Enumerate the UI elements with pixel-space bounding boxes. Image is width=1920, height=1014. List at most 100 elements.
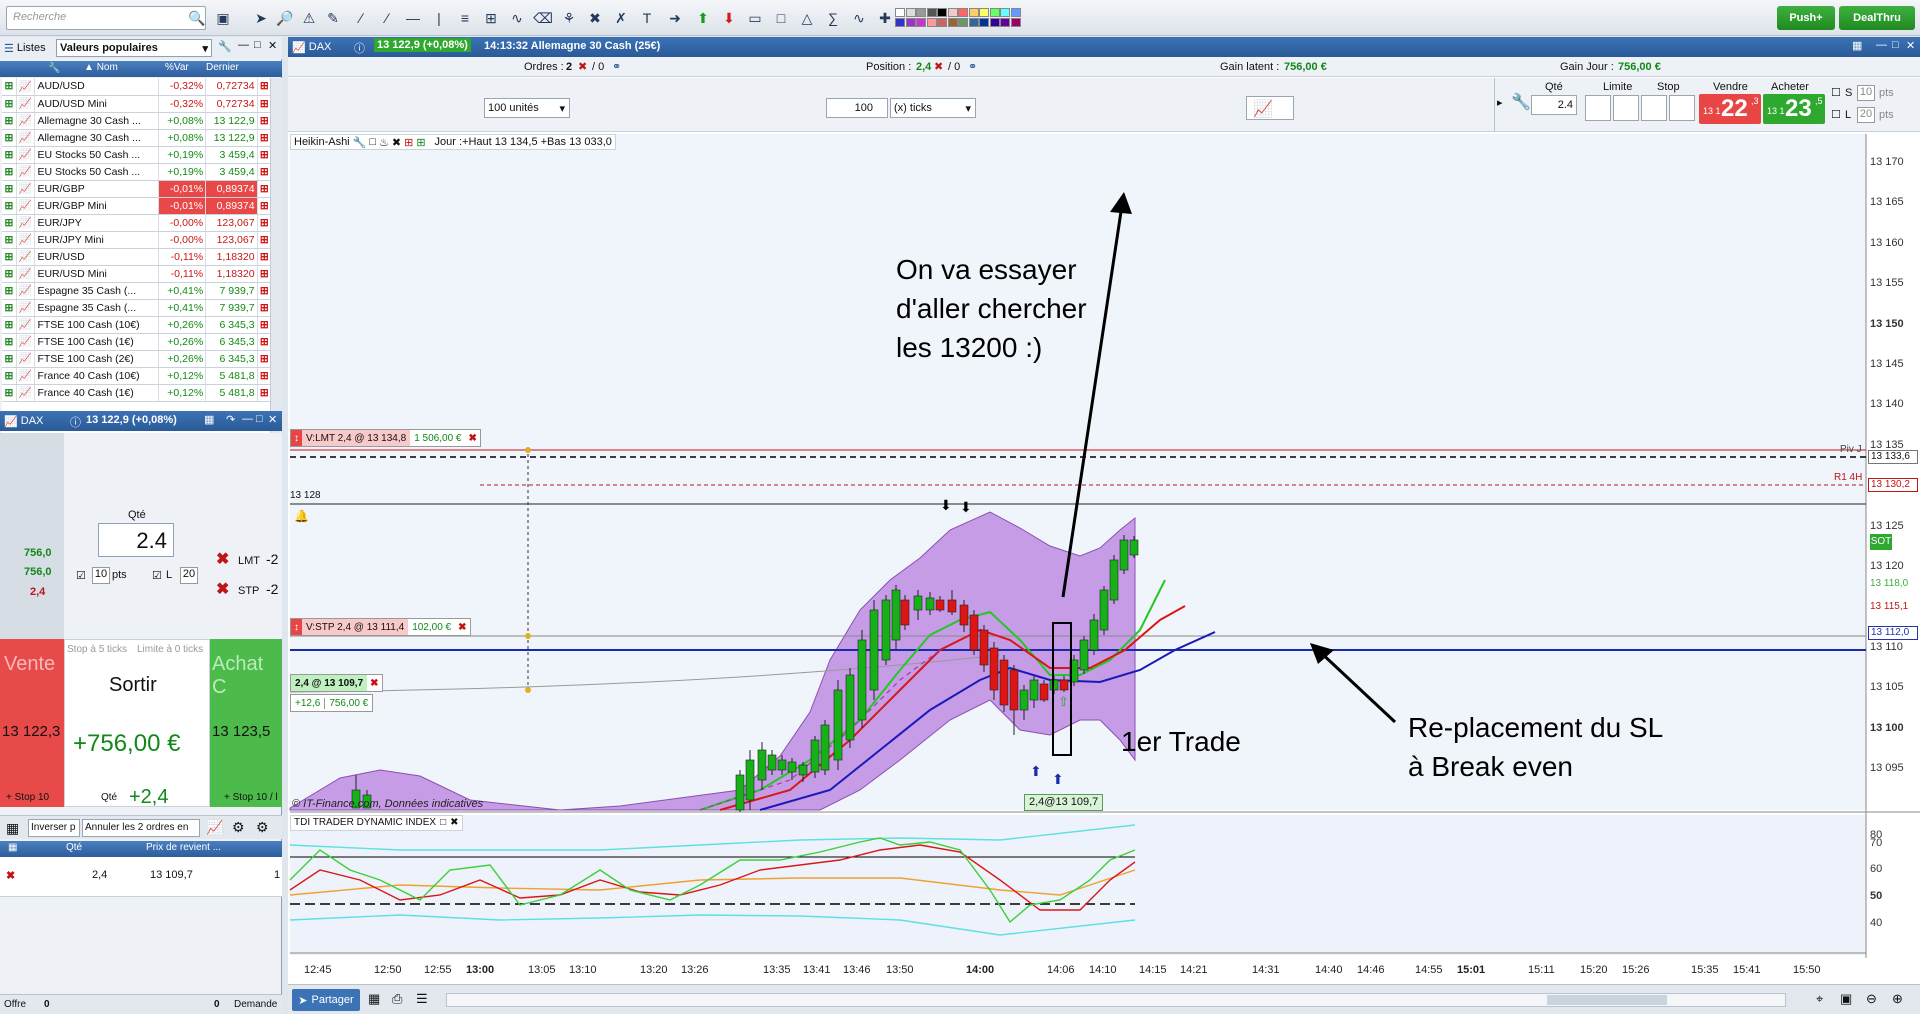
color-swatch[interactable]	[895, 8, 905, 17]
drag-handle-icon[interactable]: ↕	[291, 619, 302, 635]
buy-button[interactable]: Achat C 13 123,5 + Stop 10 / l	[210, 639, 282, 807]
watchlist-row[interactable]: ⊞ 📈 FTSE 100 Cash (2€) +0,26% 6 345,3 ⊞	[2, 350, 272, 368]
watchlist-tab[interactable]: Listes	[17, 42, 46, 54]
color-swatch[interactable]	[916, 18, 926, 27]
tool-icon[interactable]: ✗	[610, 7, 632, 29]
close-position-icon[interactable]: ✖	[6, 869, 15, 882]
watchlist-row[interactable]: ⊞ 📈 Allemagne 30 Cash ... +0,08% 13 122,9 ⊞	[2, 129, 272, 147]
stop-order-tag[interactable]: ↕ V:STP 2,4 @ 13 111,4 102,00 € ✖	[290, 618, 471, 636]
l-input[interactable]: 20	[1857, 107, 1875, 123]
qty-input[interactable]: 2.4	[98, 523, 174, 557]
horizontal-line-icon[interactable]: —	[402, 7, 424, 29]
ray-icon[interactable]: ∕	[376, 7, 398, 29]
minimize-icon[interactable]: —	[1876, 39, 1887, 51]
stop-buy-button[interactable]	[1641, 95, 1667, 121]
add-icon[interactable]: ⊞	[2, 299, 17, 317]
chart-icon[interactable]: 📈	[16, 350, 36, 368]
chart-icon[interactable]: 📈	[16, 180, 36, 198]
color-palette[interactable]	[895, 7, 1025, 29]
sell-button[interactable]: Vente 13 122,3 + Stop 10	[0, 639, 64, 807]
zoom-in-icon[interactable]: ⊕	[1892, 991, 1903, 1007]
add-icon[interactable]: ⊞	[2, 231, 17, 249]
color-swatch[interactable]	[937, 18, 947, 27]
vertical-line-icon[interactable]: |	[428, 7, 450, 29]
wrench-icon[interactable]: 🔧	[218, 40, 232, 53]
add-icon[interactable]: ⊞	[2, 163, 17, 181]
maximize-icon[interactable]: □	[256, 413, 263, 425]
chart-icon[interactable]: 📈	[16, 384, 36, 402]
add-icon[interactable]: ⊞	[2, 146, 17, 164]
cancel-limit-icon[interactable]: ✖	[465, 433, 479, 444]
fan-icon[interactable]: ∿	[506, 7, 528, 29]
color-swatch[interactable]	[958, 18, 968, 27]
fibonacci-icon[interactable]: ⊞	[480, 7, 502, 29]
close-icon[interactable]: ✕	[1906, 39, 1915, 52]
color-swatch[interactable]	[958, 8, 968, 17]
add-icon[interactable]: ⊞	[404, 136, 413, 149]
push-button[interactable]: Push+	[1777, 6, 1835, 30]
zoom-icon[interactable]: 🔎	[274, 7, 296, 29]
invert-button[interactable]: Inverser p	[28, 819, 80, 837]
watchlist-row[interactable]: ⊞ 📈 Espagne 35 Cash (... +0,41% 7 939,7 ⊞	[2, 282, 272, 300]
trendline-icon[interactable]: ∕	[350, 7, 372, 29]
pts-input[interactable]: 10	[92, 567, 110, 584]
color-swatch[interactable]	[926, 8, 937, 17]
search-input[interactable]: Recherche	[6, 6, 206, 30]
minimize-icon[interactable]: —	[242, 413, 253, 425]
close-position-icon[interactable]: ✖	[367, 678, 381, 689]
pts-checkbox[interactable]: ☑	[76, 569, 86, 582]
rectangle-icon[interactable]: □	[770, 7, 792, 29]
grid-icon[interactable]: ▦	[6, 820, 19, 837]
limit0-label[interactable]: Limite à 0 ticks	[137, 644, 203, 655]
color-swatch[interactable]	[968, 18, 979, 27]
arrow-down-icon[interactable]: ⬇	[718, 7, 740, 29]
wrench-icon[interactable]: 🔧	[353, 136, 367, 149]
chart-type-label[interactable]: Heikin-Ashi	[294, 136, 350, 148]
settings-alt-icon[interactable]: ⚙	[256, 819, 269, 836]
chart-icon[interactable]: 📈	[16, 129, 36, 147]
magnet-icon[interactable]: ⚘	[558, 7, 580, 29]
cancel-lmt-icon[interactable]: ✖	[216, 549, 229, 569]
chart-icon[interactable]: 📈	[16, 265, 36, 283]
color-swatch[interactable]	[926, 18, 937, 27]
col-qty[interactable]: Qté	[66, 842, 82, 853]
alert-bell-icon[interactable]: ⚠	[298, 7, 320, 29]
quick-sell-button[interactable]: 13 1 22 ,3	[1699, 94, 1761, 124]
chart-icon[interactable]: 📈	[16, 231, 36, 249]
drag-handle-icon[interactable]: ↕	[291, 430, 302, 446]
link-icon[interactable]: ⚭	[612, 60, 621, 73]
chart-icon[interactable]: 📈	[16, 112, 36, 130]
color-swatch[interactable]	[1000, 8, 1010, 17]
limit-sell-button[interactable]	[1613, 95, 1639, 121]
color-swatch[interactable]	[937, 8, 947, 17]
zoom-area-icon[interactable]: ▣	[1840, 991, 1852, 1007]
trash-icon[interactable]: ⌫	[532, 7, 554, 29]
add-icon[interactable]: ⊞	[2, 316, 17, 334]
color-swatch[interactable]	[979, 18, 989, 27]
watchlist-row[interactable]: ⊞ 📈 AUD/USD Mini -0,32% 0,72734 ⊞	[2, 95, 272, 113]
chart-icon[interactable]: 📈	[16, 146, 36, 164]
color-swatch[interactable]	[979, 8, 989, 17]
settings-icon[interactable]: ⚙	[232, 819, 245, 836]
ruler-icon[interactable]: ✎	[322, 7, 344, 29]
horizontal-scrollbar[interactable]	[446, 993, 1786, 1007]
chart-icon[interactable]: 📈	[16, 95, 36, 113]
chart-icon[interactable]: 📈	[16, 214, 36, 232]
add-icon[interactable]: ⊞	[2, 367, 17, 385]
indicator-title[interactable]: TDI TRADER DYNAMIC INDEX	[294, 817, 436, 829]
trade-marker[interactable]: 2,4@13 109,7	[1024, 794, 1104, 811]
cancel-both-button[interactable]: Annuler les 2 ordres en	[82, 819, 200, 837]
add-icon[interactable]: ⊞	[2, 248, 17, 266]
col-price[interactable]: Prix de revient ...	[146, 842, 221, 853]
position-row[interactable]: ✖ 2,4 13 109,7 1	[0, 857, 282, 897]
gann-icon[interactable]: ✚	[874, 7, 896, 29]
color-swatch[interactable]	[895, 18, 905, 27]
color-swatch[interactable]	[947, 8, 958, 17]
grid-icon[interactable]: ▦	[368, 991, 380, 1007]
add-icon[interactable]: ⊞	[2, 384, 17, 402]
stop10-left[interactable]: + Stop 10	[6, 792, 49, 803]
screen-icon[interactable]: ▣	[212, 7, 234, 29]
color-swatch[interactable]	[1010, 18, 1021, 27]
calculator-icon[interactable]: ▦	[1852, 39, 1862, 52]
wrench-icon[interactable]: 🔧	[48, 63, 60, 74]
